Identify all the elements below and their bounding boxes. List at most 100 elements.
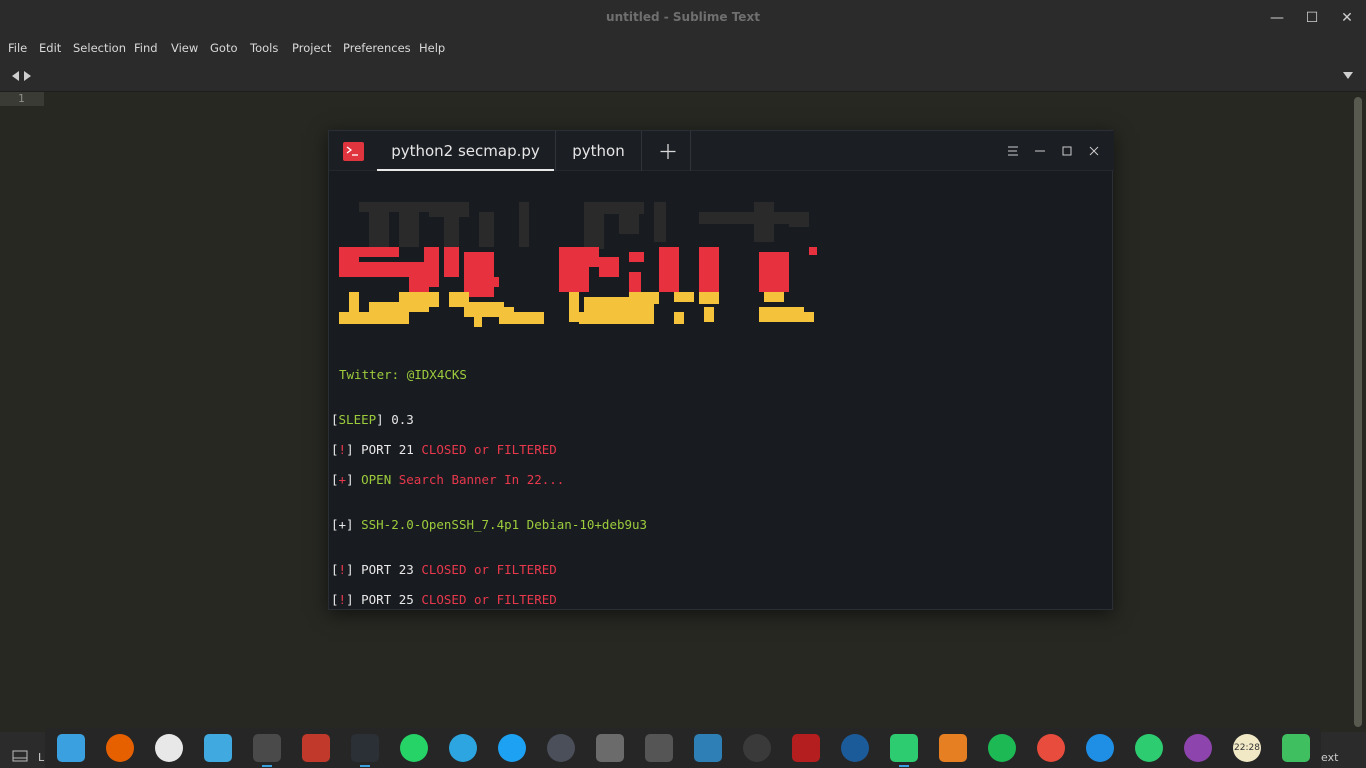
status-bar-left: L [0,732,45,768]
tab-secmap[interactable]: python2 secmap.py [377,131,554,171]
terminal-icon[interactable] [351,734,379,762]
banner-shadow-layer [359,202,809,249]
sleep-value: ] 0.3 [376,412,414,427]
tab-dropdown-icon[interactable] [1342,70,1354,80]
tab-bar [0,60,1366,92]
sleep-line: [SLEEP] 0.3 [331,412,414,427]
port-25-line: [!] PORT 25 CLOSED or FILTERED [331,592,557,607]
spotify-icon[interactable] [988,734,1016,762]
close-button[interactable]: ✕ [1336,8,1358,28]
plus-symbol: + [338,472,347,487]
bracket: [ [331,472,339,487]
sleep-label: SLEEP [338,412,377,427]
music-icon[interactable] [890,734,918,762]
running-indicator [360,765,370,767]
menu-bar: File Edit Selection Find View Goto Tools… [0,36,1366,60]
gimp-icon[interactable] [743,734,771,762]
status-bar-right: ext [1321,732,1366,768]
new-tab-button[interactable] [645,131,691,171]
terminal-maximize-icon[interactable] [1059,143,1075,159]
status-text-right: ext [1321,751,1339,764]
updates-icon[interactable] [1135,734,1163,762]
menu-goto[interactable]: Goto [210,41,238,55]
vm-icon[interactable] [645,734,673,762]
terminal-window: python2 secmap.py python Twitter: @IDX4C… [328,130,1114,610]
maximize-button[interactable]: ☐ [1301,8,1323,28]
warn-symbol: ! [338,562,347,577]
menu-project[interactable]: Project [292,41,331,55]
running-indicator [262,765,272,767]
prefix: [+] [331,517,362,532]
ssh-banner: SSH-2.0-OpenSSH_7.4p1 Debian-10+deb9u3 [361,517,648,532]
menu-selection[interactable]: Selection [73,41,126,55]
menu-preferences[interactable]: Preferences [343,41,411,55]
chrome-icon[interactable] [155,734,183,762]
tab-python[interactable]: python [555,131,642,171]
port-23-line: [!] PORT 23 CLOSED or FILTERED [331,562,557,577]
sublime-icon[interactable] [253,734,281,762]
terminal-app-icon [343,142,364,161]
port-22-line: [+] OPEN Search Banner In 22... [331,472,564,487]
dock: 22:28 [45,728,1321,768]
window-title: untitled - Sublime Text [606,10,760,24]
port-status: CLOSED or FILTERED [421,442,557,457]
bracket: [ [331,412,339,427]
menu-view[interactable]: View [171,41,198,55]
bracket: [ [331,562,339,577]
menu-tools[interactable]: Tools [250,41,278,55]
twitter-icon[interactable] [498,734,526,762]
port-status: CLOSED or FILTERED [421,562,557,577]
terminal-output[interactable]: Twitter: @IDX4CKS [SLEEP] 0.3 [!] PORT 2… [329,172,1112,609]
wifi-icon[interactable] [1086,734,1114,762]
banner-yellow-layer [339,292,814,327]
ghost-icon[interactable] [547,734,575,762]
telegram-icon[interactable] [449,734,477,762]
store-icon[interactable] [939,734,967,762]
banner-search: Search Banner In 22... [391,472,565,487]
menu-icon[interactable] [1005,143,1021,159]
port-status: CLOSED or FILTERED [421,592,557,607]
whatsapp-icon[interactable] [400,734,428,762]
menu-help[interactable]: Help [419,41,445,55]
warn-symbol: ! [338,442,347,457]
line-number: 1 [18,92,25,105]
status-text-left: L [38,751,45,764]
clock-icon[interactable]: 22:28 [1233,734,1261,762]
trash-icon[interactable] [1282,734,1310,762]
twitter-line: Twitter: @IDX4CKS [339,367,467,382]
warn-symbol: ! [338,592,347,607]
bracket: [ [331,592,339,607]
launcher-icon[interactable] [57,734,85,762]
port-label: ] PORT 25 [346,592,422,607]
minimize-button[interactable]: — [1266,8,1288,28]
port-21-line: [!] PORT 21 CLOSED or FILTERED [331,442,557,457]
camera-icon[interactable] [596,734,624,762]
eject-icon[interactable] [1037,734,1065,762]
editor-icon[interactable] [302,734,330,762]
menu-find[interactable]: Find [134,41,158,55]
editor-scrollbar[interactable] [1354,97,1362,727]
title-bar: untitled - Sublime Text — ☐ ✕ [0,0,1366,36]
open-status: OPEN [361,472,392,487]
port-label: ] PORT 23 [346,562,422,577]
ssh-banner-line: [+] SSH-2.0-OpenSSH_7.4p1 Debian-10+deb9… [331,517,647,532]
banner-red-layer [339,247,817,297]
terminal-header: python2 secmap.py python [329,131,1114,171]
firefox-icon[interactable] [106,734,134,762]
power-icon[interactable] [1184,734,1212,762]
ascii-banner-art [339,202,817,327]
menu-edit[interactable]: Edit [39,41,61,55]
filezilla-icon[interactable] [792,734,820,762]
bracket-close: ] [346,472,362,487]
panel-toggle-icon[interactable] [12,750,28,762]
menu-file[interactable]: File [8,41,27,55]
terminal-minimize-icon[interactable] [1032,143,1048,159]
terminal-close-icon[interactable] [1086,143,1102,159]
files-icon[interactable] [204,734,232,762]
monitor-icon[interactable] [694,734,722,762]
nav-forward-icon[interactable] [23,69,33,83]
video-icon[interactable] [841,734,869,762]
port-label: ] PORT 21 [346,442,422,457]
nav-back-icon[interactable] [10,69,20,83]
running-indicator [899,765,909,767]
